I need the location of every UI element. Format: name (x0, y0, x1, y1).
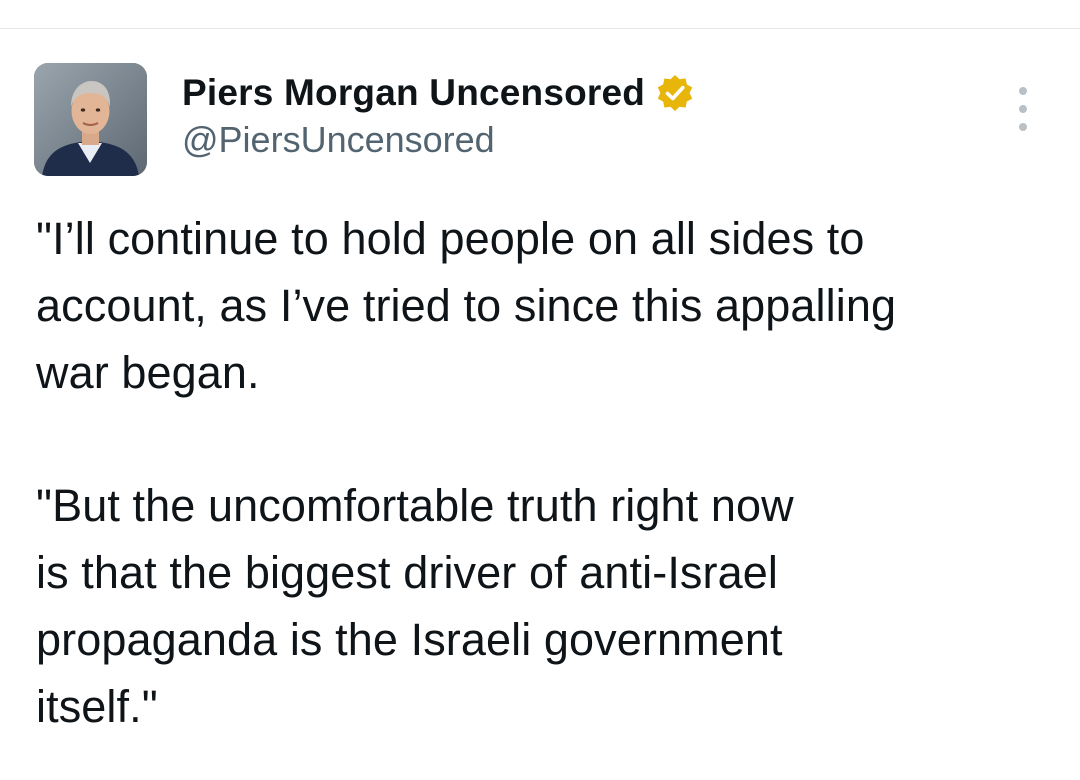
verified-badge-icon (655, 73, 695, 113)
ellipsis-vertical-icon (1019, 87, 1027, 95)
tweet-text: "I’ll continue to hold people on all sid… (36, 205, 1066, 740)
user-info: Piers Morgan Uncensored @PiersUncensored (182, 69, 695, 161)
tweet-text-line: "I’ll continue to hold people on all sid… (36, 213, 865, 264)
avatar[interactable] (34, 63, 147, 176)
avatar-photo (34, 63, 147, 176)
display-name[interactable]: Piers Morgan Uncensored (182, 72, 645, 114)
ellipsis-dot (1019, 105, 1027, 113)
name-row: Piers Morgan Uncensored (182, 69, 695, 117)
tweet-text-line: account, as I’ve tried to since this app… (36, 280, 897, 331)
tweet-card[interactable]: Piers Morgan Uncensored @PiersUncensored… (0, 29, 1080, 780)
tweet-text-line: is that the biggest driver of anti-Israe… (36, 547, 778, 598)
user-handle[interactable]: @PiersUncensored (182, 119, 695, 161)
ellipsis-dot (1019, 123, 1027, 131)
tweet-text-line: "But the uncomfortable truth right now (36, 480, 794, 531)
tweet-text-line: itself." (36, 681, 158, 732)
tweet-text-line: war began. (36, 347, 260, 398)
more-options-button[interactable] (1003, 87, 1043, 131)
tweet-text-line: propaganda is the Israeli government (36, 614, 783, 665)
